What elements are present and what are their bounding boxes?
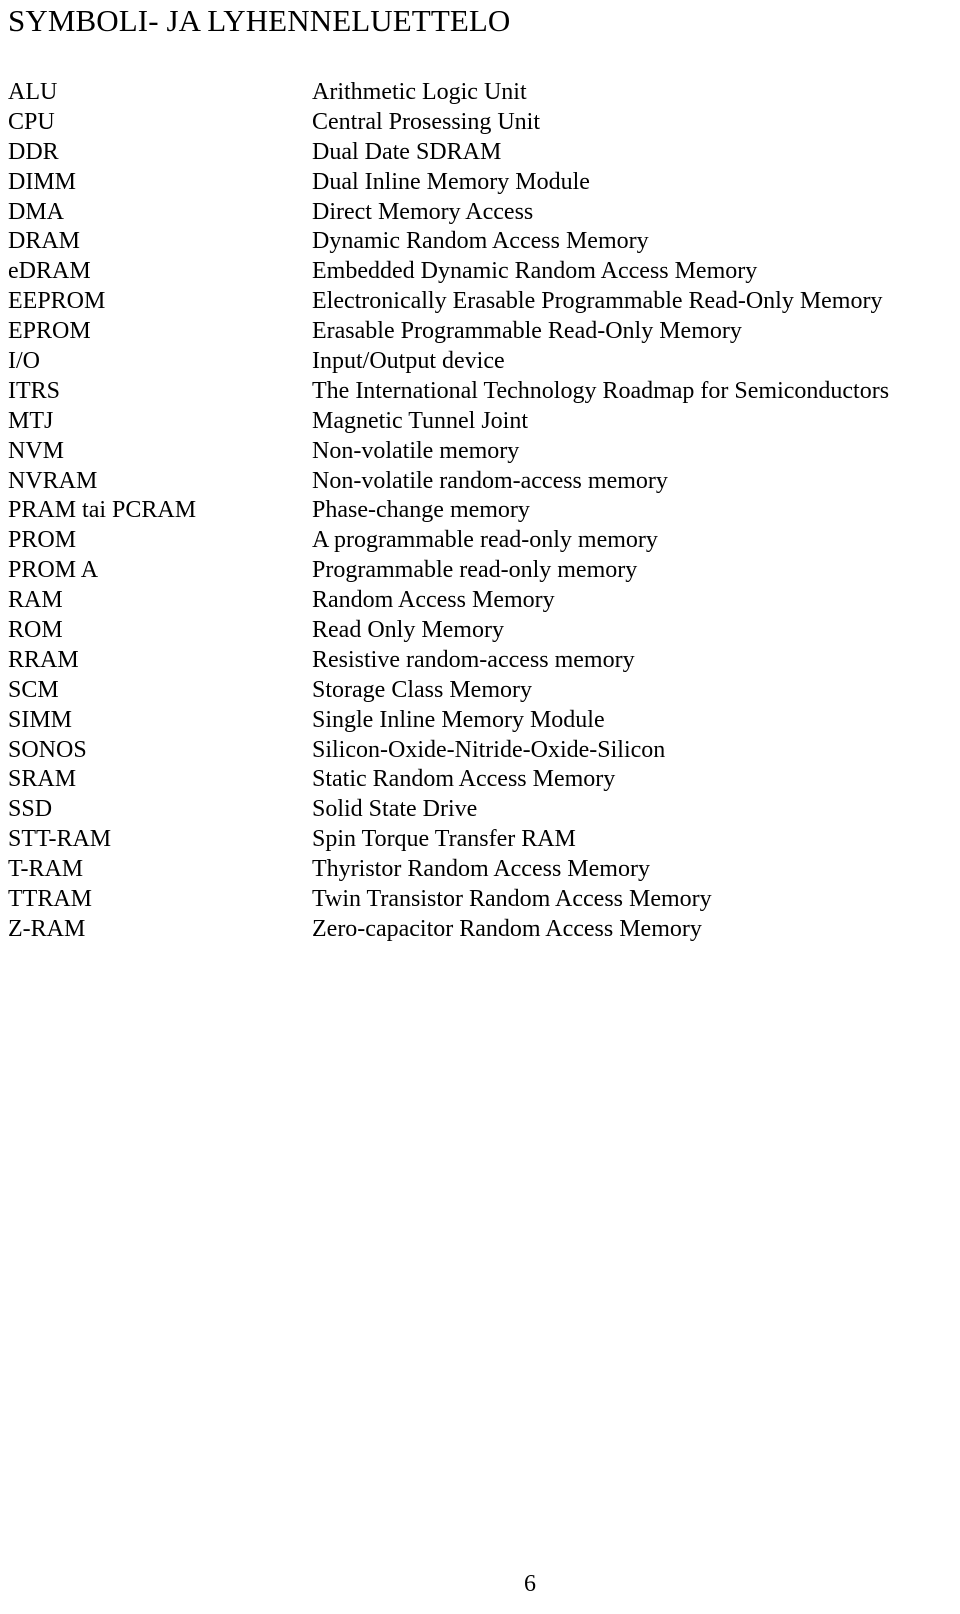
abbreviation-definition: Storage Class Memory [312, 676, 532, 703]
abbreviation-row: I/O Input/Output device [0, 347, 960, 377]
abbreviation-definition: Resistive random-access memory [312, 646, 635, 673]
abbreviation-row: ALU Arithmetic Logic Unit [0, 78, 960, 108]
abbreviation-definition: Dual Inline Memory Module [312, 168, 590, 195]
abbreviation-definition: Electronically Erasable Programmable Rea… [312, 288, 883, 315]
abbreviation-row: SONOS Silicon-Oxide-Nitride-Oxide-Silicon [0, 736, 960, 766]
page-title: SYMBOLI- JA LYHENNELUETTELO [8, 3, 511, 38]
abbreviation-definition: Magnetic Tunnel Joint [312, 407, 529, 434]
abbreviation-definition: Non-volatile random-access memory [312, 467, 668, 494]
abbreviation-row: SRAM Static Random Access Memory [0, 765, 960, 795]
abbreviation-row: NVM Non-volatile memory [0, 437, 960, 467]
abbreviation-row: ROM Read Only Memory [0, 616, 960, 646]
abbreviation-row: ITRS The International Technology Roadmap… [0, 377, 960, 407]
abbreviation-term: EPROM [8, 318, 91, 345]
abbreviation-row: EPROM Erasable Programmable Read-Only Mem… [0, 317, 960, 347]
abbreviation-term: SIMM [8, 706, 73, 733]
abbreviation-term: TTRAM [8, 886, 92, 913]
abbreviation-definition: Twin Transistor Random Access Memory [312, 886, 712, 913]
abbreviation-term: RAM [8, 587, 63, 614]
abbreviation-row: EEPROM Electronically Erasable Programmab… [0, 287, 960, 317]
abbreviation-term: ROM [8, 617, 63, 644]
abbreviation-definition: Static Random Access Memory [312, 766, 616, 793]
abbreviation-term: ALU [8, 79, 58, 105]
abbreviation-row: TTRAM Twin Transistor Random Access Memor… [0, 885, 960, 915]
abbreviation-term: STT-RAM [8, 826, 112, 853]
abbreviation-definition: Direct Memory Access [312, 198, 534, 225]
abbreviation-term: DRAM [8, 228, 81, 255]
abbreviation-term: PROM [8, 527, 77, 554]
abbreviation-row: CPU Central Prosessing Unit [0, 108, 960, 138]
abbreviation-row: PROM A Programmable read-only memory [0, 556, 960, 586]
abbreviation-row: DIMM Dual Inline Memory Module [0, 168, 960, 198]
page-number: 6 [524, 1571, 536, 1597]
abbreviation-term: I/O [8, 348, 40, 375]
abbreviation-row: NVRAM Non-volatile random-access memory [0, 467, 960, 497]
abbreviation-term: PRAM tai PCRAM [8, 497, 197, 524]
abbreviation-definition: A programmable read-only memory [312, 527, 658, 554]
abbreviation-definition: Arithmetic Logic Unit [312, 79, 527, 105]
abbreviation-definition: Input/Output device [312, 348, 505, 375]
abbreviation-row: T-RAM Thyristor Random Access Memory [0, 855, 960, 885]
abbreviation-row: RRAM Resistive random-access memory [0, 646, 960, 676]
abbreviation-term: SCM [8, 676, 59, 703]
abbreviation-row: SCM Storage Class Memory [0, 676, 960, 706]
abbreviation-row: SSD Solid State Drive [0, 795, 960, 825]
abbreviation-definition: Thyristor Random Access Memory [312, 856, 650, 883]
abbreviation-row: Z-RAM Zero-capacitor Random Access Memory [0, 915, 960, 945]
document-page: SYMBOLI- JA LYHENNELUETTELO ALU Arithmeti… [0, 0, 960, 1614]
abbreviation-definition: Zero-capacitor Random Access Memory [312, 915, 702, 942]
abbreviation-row: STT-RAM Spin Torque Transfer RAM [0, 825, 960, 855]
abbreviation-definition: Embedded Dynamic Random Access Memory [312, 258, 758, 285]
abbreviation-row: PROM A programmable read-only memory [0, 526, 960, 556]
abbreviation-row: MTJ Magnetic Tunnel Joint [0, 407, 960, 437]
abbreviation-term: PROM A [8, 557, 99, 584]
abbreviation-term: DIMM [8, 168, 77, 195]
abbreviation-definition: Solid State Drive [312, 796, 478, 823]
abbreviation-definition: Read Only Memory [312, 617, 504, 644]
abbreviation-list: ALU Arithmetic Logic Unit CPU Central Prose… [0, 78, 960, 945]
abbreviation-term: DDR [8, 138, 59, 165]
abbreviation-row: DMA Direct Memory Access [0, 198, 960, 228]
abbreviation-definition: Dual Date SDRAM [312, 138, 502, 165]
abbreviation-definition: Single Inline Memory Module [312, 706, 605, 733]
abbreviation-row: eDRAM Embedded Dynamic Random Access Memo… [0, 257, 960, 287]
abbreviation-definition: Silicon-Oxide-Nitride-Oxide-Silicon [312, 736, 666, 763]
abbreviation-definition: Programmable read-only memory [312, 557, 638, 584]
abbreviation-term: SRAM [8, 766, 77, 793]
abbreviation-term: MTJ [8, 407, 54, 434]
abbreviation-definition: Erasable Programmable Read-Only Memory [312, 318, 742, 345]
abbreviation-term: EEPROM [8, 288, 106, 315]
abbreviation-row: DDR Dual Date SDRAM [0, 138, 960, 168]
abbreviation-term: RRAM [8, 646, 79, 673]
abbreviation-definition: Non-volatile memory [312, 437, 520, 464]
abbreviation-definition: Random Access Memory [312, 587, 555, 614]
abbreviation-definition: Spin Torque Transfer RAM [312, 826, 576, 853]
abbreviation-term: T-RAM [8, 856, 84, 883]
abbreviation-row: PRAM tai PCRAM Phase-change memory [0, 496, 960, 526]
abbreviation-term: Z-RAM [8, 915, 86, 942]
abbreviation-term: NVRAM [8, 467, 98, 494]
abbreviation-term: DMA [8, 198, 65, 225]
abbreviation-definition: The International Technology Roadmap for… [312, 377, 890, 404]
abbreviation-term: SSD [8, 796, 53, 823]
abbreviation-term: SONOS [8, 736, 87, 763]
abbreviation-term: ITRS [8, 377, 61, 404]
abbreviation-term: CPU [8, 108, 55, 135]
abbreviation-row: SIMM Single Inline Memory Module [0, 706, 960, 736]
abbreviation-row: DRAM Dynamic Random Access Memory [0, 227, 960, 257]
abbreviation-row: RAM Random Access Memory [0, 586, 960, 616]
abbreviation-definition: Phase-change memory [312, 497, 530, 524]
abbreviation-definition: Central Prosessing Unit [312, 108, 540, 135]
abbreviation-term: eDRAM [8, 258, 91, 285]
abbreviation-definition: Dynamic Random Access Memory [312, 228, 649, 255]
abbreviation-term: NVM [8, 437, 65, 464]
